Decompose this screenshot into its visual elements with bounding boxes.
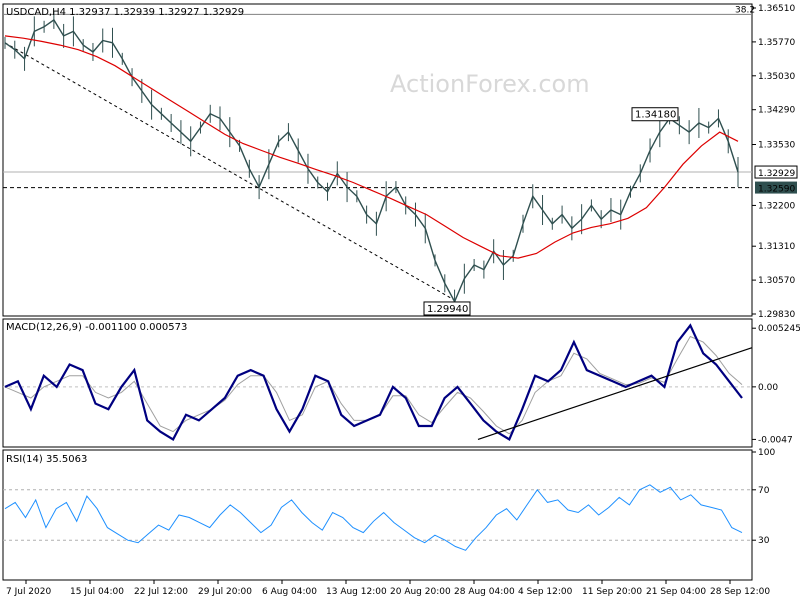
price-y-tick-label: 1.32200 [758,201,795,211]
price-title: USDCAD,H4 1.32937 1.32939 1.32927 1.3292… [6,7,244,18]
macd-y-tick-label: 0.005245 [758,324,800,334]
watermark: ActionForex.com [390,70,590,98]
x-tick-label: 28 Aug 04:00 [454,587,515,597]
x-tick-label: 6 Aug 04:00 [262,587,317,597]
x-tick-label: 13 Aug 12:00 [326,587,387,597]
rsi-title: RSI(14) 35.5063 [6,454,87,465]
rsi-y-tick-label: 30 [758,536,770,546]
support-tag: 1.32590 [758,185,795,195]
annotation-low: 1.29940 [427,304,468,315]
rsi-y-tick-label: 100 [758,448,775,458]
price-y-tick-label: 1.34290 [758,106,795,116]
macd-title: MACD(12,26,9) -0.001100 0.000573 [6,322,187,333]
price-y-tick-label: 1.35030 [758,72,795,82]
price-y-tick-label: 1.36510 [758,4,795,14]
price-y-tick-label: 1.33530 [758,141,795,151]
x-tick-label: 22 Jul 12:00 [134,587,188,597]
price-panel [2,3,753,317]
price-y-tick-label: 1.29830 [758,310,795,320]
rsi-y-tick-label: 70 [758,486,770,496]
x-tick-label: 4 Sep 12:00 [518,587,573,597]
macd-y-tick-label: -0.0047 [758,435,793,445]
price-y-tick-label: 1.31310 [758,242,795,252]
x-tick-label: 21 Sep 04:00 [646,587,706,597]
price-y-tick-label: 1.30570 [758,276,795,286]
x-tick-label: 20 Aug 20:00 [390,587,451,597]
rsi-panel [2,449,753,581]
annotation-high: 1.34180 [635,110,676,121]
x-tick-label: 11 Sep 20:00 [582,587,642,597]
macd-y-tick-label: 0.00 [758,383,778,393]
forex-chart: ActionForex.com 38.2 1.34180 1.29940 1.365… [2,3,800,597]
price-y-tick-label: 1.35770 [758,38,795,48]
fib-label: 38.2 [735,5,755,15]
x-tick-label: 29 Jul 20:00 [198,587,252,597]
x-tick-label: 28 Sep 12:00 [710,587,770,597]
x-tick-label: 7 Jul 2020 [6,587,51,597]
current-price-tag: 1.32929 [758,169,795,179]
x-tick-label: 15 Jul 04:00 [70,587,124,597]
